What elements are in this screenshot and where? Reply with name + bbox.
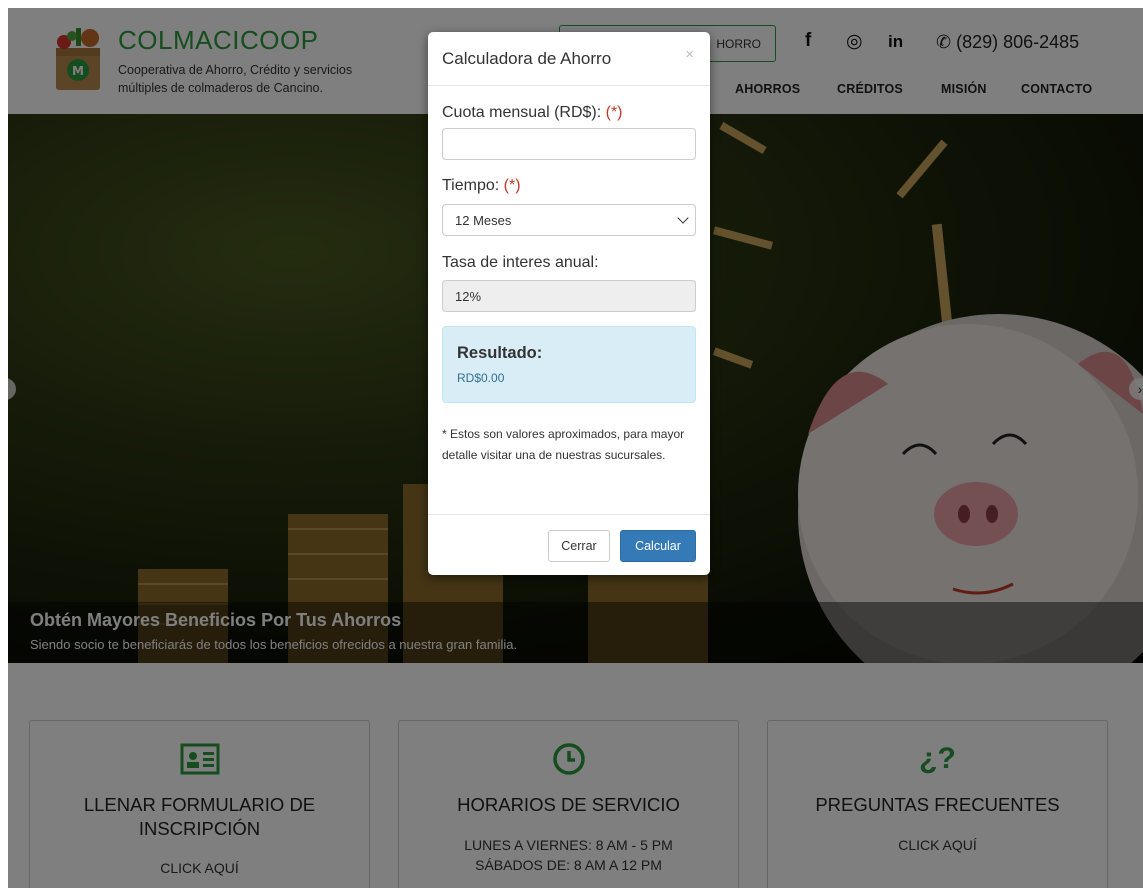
tiempo-select[interactable]: 12 Meses: [442, 204, 696, 236]
disclaimer-note: * Estos son valores aproximados, para ma…: [442, 427, 685, 462]
page: M COLMACICOOP Cooperativa de Ahorro, Cré…: [8, 8, 1143, 888]
required-mark: (*): [605, 104, 623, 121]
cuota-label: Cuota mensual (RD$): (*): [442, 104, 623, 122]
tasa-label: Tasa de interes anual:: [442, 254, 599, 271]
calculate-button[interactable]: Calcular: [620, 530, 696, 562]
close-button[interactable]: Cerrar: [548, 530, 610, 562]
tiempo-label: Tiempo: (*): [442, 177, 521, 195]
modal-title: Calculadora de Ahorro: [442, 49, 612, 68]
chevron-down-icon: [677, 212, 689, 224]
close-icon[interactable]: ×: [685, 46, 694, 63]
result-value: RD$0.00: [457, 371, 505, 385]
cuota-input[interactable]: [442, 128, 696, 160]
modal-header-divider: [428, 85, 710, 86]
result-label: Resultado:: [457, 344, 543, 362]
tiempo-label-text: Tiempo:: [442, 177, 500, 194]
cuota-label-text: Cuota mensual (RD$):: [442, 104, 602, 121]
tiempo-selected-value: 12 Meses: [455, 212, 512, 228]
savings-calculator-modal: Calculadora de Ahorro × Cuota mensual (R…: [428, 32, 710, 575]
tasa-field: 12%: [442, 280, 696, 312]
result-box: Resultado: RD$0.00: [442, 326, 696, 403]
modal-footer-divider: [428, 514, 710, 515]
required-mark: (*): [503, 177, 521, 194]
